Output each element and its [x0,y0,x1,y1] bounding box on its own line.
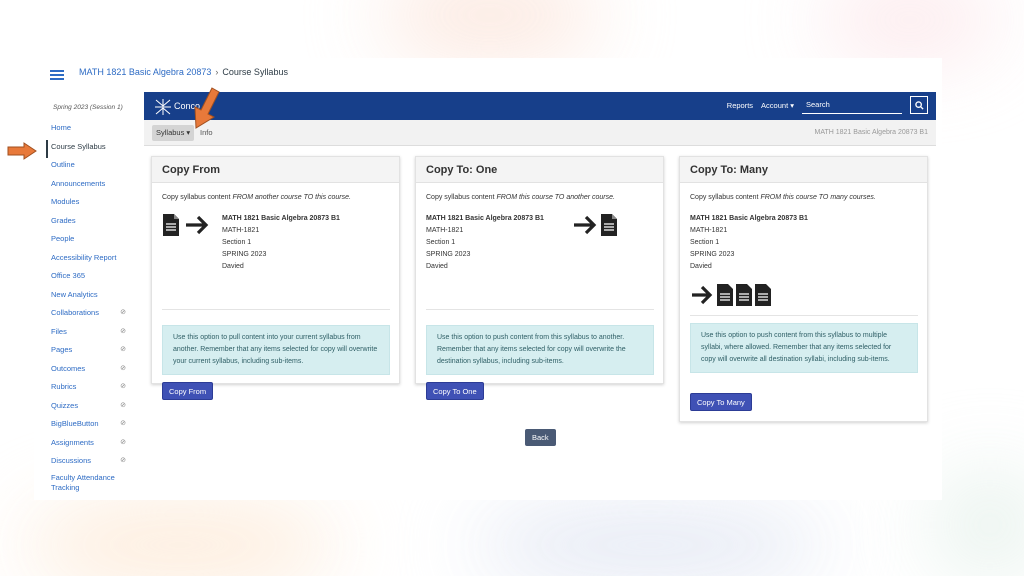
card-title: Copy To: One [416,157,663,183]
hidden-eye-icon: ⊘ [120,420,126,427]
info-alert: Use this option to pull content into you… [162,325,390,375]
search-button[interactable] [910,96,928,114]
info-alert: Use this option to push content from thi… [690,323,918,373]
nav-label: Assignments [51,437,94,447]
nav-item-collaborations[interactable]: Collaborations ⊘ [46,306,126,325]
nav-item-outcomes[interactable]: Outcomes ⊘ [46,362,126,381]
breadcrumb-separator: › [215,67,219,77]
breadcrumb-course-link[interactable]: MATH 1821 Basic Algebra 20873 [79,67,211,77]
term-label: Spring 2023 (Session 1) [53,104,123,111]
nav-label: Announcements [51,178,106,188]
nav-label: Faculty Attendance Tracking [51,472,115,492]
nav-label: Accessibility Report [51,252,117,262]
nav-item-quizzes[interactable]: Quizzes ⊘ [46,399,126,418]
back-button[interactable]: Back [525,429,556,446]
divider [690,315,918,316]
copy-to-many-card: Copy To: Many Copy syllabus content FROM… [679,156,928,422]
concourse-logo-icon [155,99,171,115]
nav-item-course-syllabus[interactable]: Course Syllabus [46,139,126,158]
copy-to-one-button[interactable]: Copy To One [426,382,484,400]
course-info: MATH 1821 Basic Algebra 20873 B1 MATH-18… [690,215,808,270]
nav-item-home[interactable]: Home [46,121,126,140]
app-subbar: Syllabus ▾ Info MATH 1821 Basic Algebra … [144,120,936,146]
nav-item-grades[interactable]: Grades [46,214,126,233]
nav-item-outline[interactable]: Outline [46,158,126,177]
card-title: Copy From [152,157,399,183]
nav-label: Home [51,123,72,132]
card-description: Copy syllabus content FROM this course T… [426,194,615,201]
breadcrumb: MATH 1821 Basic Algebra 20873 › Course Syl… [79,67,288,77]
card-title: Copy To: Many [680,157,927,183]
copy-from-card: Copy From Copy syllabus content FROM ano… [151,156,400,400]
hamburger-menu-icon[interactable] [50,70,64,80]
annotation-arrow-right-icon [7,142,37,160]
nav-label: Office 365 [51,271,86,280]
breadcrumb-current: Course Syllabus [222,67,288,77]
hidden-eye-icon: ⊘ [120,346,126,353]
arrow-document-out-icon [574,214,617,236]
copy-to-many-button[interactable]: Copy To Many [690,393,752,411]
arrow-multiple-documents-icon [692,284,771,306]
nav-label: Modules [51,197,80,206]
nav-label: Outline [51,160,75,169]
copy-from-button[interactable]: Copy From [162,382,214,400]
nav-item-new-analytics[interactable]: New Analytics [46,288,126,307]
nav-label: Pages [51,345,73,354]
search-icon [914,100,924,110]
course-info: MATH 1821 Basic Algebra 20873 B1 MATH-18… [222,215,340,270]
nav-item-modules[interactable]: Modules [46,195,126,214]
course-nav: Home Course Syllabus Outline Announcemen… [46,121,126,499]
hidden-eye-icon: ⊘ [120,309,126,316]
nav-label: Outcomes [51,363,86,373]
nav-item-pages[interactable]: Pages ⊘ [46,343,126,362]
nav-item-people[interactable]: People [46,232,126,251]
copy-to-one-card: Copy To: One Copy syllabus content FROM … [415,156,664,400]
search-input[interactable]: Search [802,96,902,114]
nav-item-office-365[interactable]: Office 365 [46,269,126,288]
nav-label: Discussions [51,456,92,465]
nav-item-accessibility-report[interactable]: Accessibility Report [46,251,126,270]
nav-item-faculty-attendance-tracking[interactable]: Faculty Attendance Tracking [46,473,126,499]
nav-item-rubrics[interactable]: Rubrics ⊘ [46,380,126,399]
document-arrow-in-icon [163,214,209,236]
nav-item-assignments[interactable]: Assignments ⊘ [46,436,126,455]
nav-item-bigbluebutton[interactable]: BigBlueButton ⊘ [46,417,126,436]
hidden-eye-icon: ⊘ [120,438,126,446]
reports-link[interactable]: Reports [727,101,753,110]
nav-label: New Analytics [51,289,98,299]
card-description: Copy syllabus content FROM another cours… [162,194,351,201]
canvas-page: MATH 1821 Basic Algebra 20873 › Course Syl… [34,58,942,500]
hidden-eye-icon: ⊘ [120,457,126,464]
nav-label: Grades [51,215,76,225]
account-menu[interactable]: Account ▾ [761,101,794,110]
nav-label: Rubrics [51,382,77,391]
card-description: Copy syllabus content FROM this course T… [690,194,876,201]
nav-item-discussions[interactable]: Discussions ⊘ [46,454,126,473]
hidden-eye-icon: ⊘ [120,364,126,372]
hidden-eye-icon: ⊘ [120,401,126,409]
nav-label: Course Syllabus [51,141,106,151]
info-alert: Use this option to push content from thi… [426,325,654,375]
course-info: MATH 1821 Basic Algebra 20873 B1 MATH-18… [426,215,544,270]
nav-label: Collaborations [51,308,99,317]
divider [426,309,654,310]
hidden-eye-icon: ⊘ [120,383,126,390]
hidden-eye-icon: ⊘ [120,327,126,335]
nav-label: People [51,234,75,243]
divider [162,309,390,310]
app-topbar: Conco Reports Account ▾ Search [144,92,936,120]
subbar-course-title: MATH 1821 Basic Algebra 20873 B1 [814,129,929,136]
nav-label: Quizzes [51,400,79,410]
nav-label: BigBlueButton [51,419,99,428]
nav-label: Files [51,326,67,336]
syllabus-app: Conco Reports Account ▾ Search Syllabus … [144,92,936,500]
annotation-arrow-down-icon [194,87,220,129]
nav-item-announcements[interactable]: Announcements [46,177,126,196]
nav-item-files[interactable]: Files ⊘ [46,325,126,344]
